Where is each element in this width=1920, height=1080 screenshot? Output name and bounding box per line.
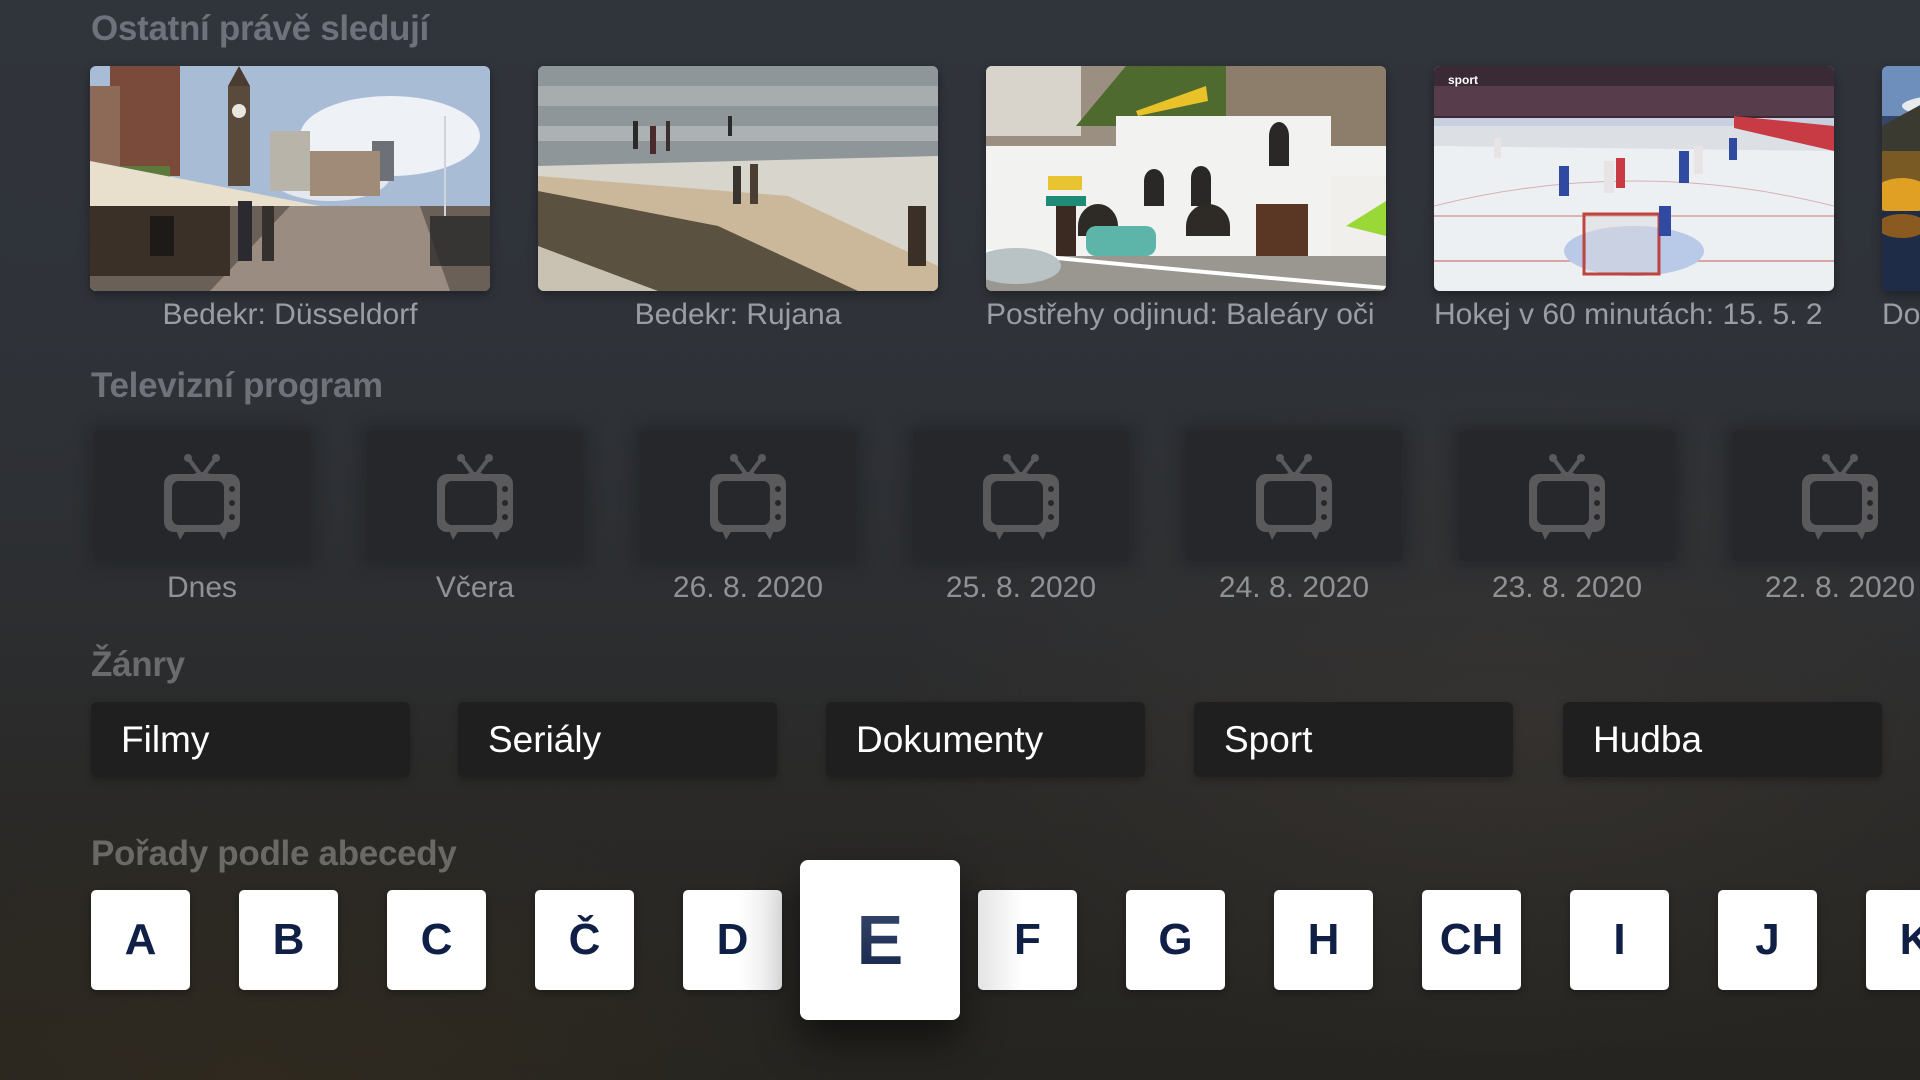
- alphabet-letter-b[interactable]: B: [239, 890, 338, 990]
- alphabet-letter-g[interactable]: G: [1126, 890, 1225, 990]
- card-caption: Do: [1882, 298, 1920, 331]
- alphabet-letter-label: E: [856, 901, 904, 979]
- tv-program-day-label: 23. 8. 2020: [1491, 571, 1643, 604]
- alphabet-letter-d[interactable]: D: [683, 890, 782, 990]
- tv-tile-box: [367, 431, 583, 561]
- tv-tile-box: [640, 431, 856, 561]
- watching-card[interactable]: Bedekr: Düsseldorf: [90, 66, 490, 332]
- alphabet-letter-label: C: [420, 915, 453, 964]
- alphabet-letter-label: J: [1755, 915, 1780, 964]
- tv-program-day[interactable]: 24. 8. 2020: [1186, 431, 1402, 605]
- genre-button-hudba[interactable]: Hudba: [1563, 702, 1882, 777]
- alphabet-letter-label: CH: [1439, 915, 1504, 964]
- alphabet-letter-label: G: [1158, 915, 1193, 964]
- genre-button-dokumenty[interactable]: Dokumenty: [826, 702, 1145, 777]
- thumbnail-landscape: [1882, 66, 1920, 291]
- tv-program-day[interactable]: 25. 8. 2020: [913, 431, 1129, 605]
- tv-icon: [164, 454, 240, 540]
- alphabet-letter-label: H: [1307, 915, 1340, 964]
- tv-program-day-label: 26. 8. 2020: [672, 571, 824, 604]
- tv-program-day-label: Dnes: [166, 571, 238, 604]
- thumbnail-rujana: [538, 66, 938, 291]
- section-title-tv-program: Televizní program: [91, 366, 383, 405]
- card-caption: Postřehy odjinud: Baleáry oči: [986, 298, 1375, 331]
- alphabet-letter-label: Č: [568, 915, 601, 964]
- alphabet-letter-label: A: [124, 915, 157, 964]
- tv-tile-box: [94, 431, 310, 561]
- alphabet-letter-label: B: [272, 915, 305, 964]
- watching-card[interactable]: Postřehy odjinud: Baleáry oči: [986, 66, 1386, 332]
- tv-tile-box: [1459, 431, 1675, 561]
- card-caption: Bedekr: Düsseldorf: [162, 298, 418, 331]
- alphabet-letter-k[interactable]: K: [1866, 890, 1920, 990]
- alphabet-letter-label: K: [1899, 915, 1920, 964]
- channel-logo: sport: [1448, 73, 1478, 87]
- alphabet-letter-label: F: [1014, 915, 1041, 964]
- tv-tile-box: [1186, 431, 1402, 561]
- genre-button-filmy[interactable]: Filmy: [91, 702, 410, 777]
- alphabet-letter-č[interactable]: Č: [535, 890, 634, 990]
- watching-card[interactable]: Bedekr: Rujana: [538, 66, 938, 332]
- alphabet-letter-c[interactable]: C: [387, 890, 486, 990]
- alphabet-letter-e[interactable]: E: [800, 860, 960, 1020]
- thumbnail-hokej: sport: [1434, 66, 1834, 291]
- tv-icon: [983, 454, 1059, 540]
- tv-icon: [1529, 454, 1605, 540]
- thumbnail-baleary: [986, 66, 1386, 291]
- tv-tile-box: [913, 431, 1129, 561]
- tv-program-day[interactable]: 26. 8. 2020: [640, 431, 856, 605]
- alphabet-letter-j[interactable]: J: [1718, 890, 1817, 990]
- tv-program-day[interactable]: 22. 8. 2020: [1732, 431, 1920, 605]
- tv-program-day-label: 22. 8. 2020: [1764, 571, 1916, 604]
- tv-tile-box: [1732, 431, 1920, 561]
- section-title-alphabet: Pořady podle abecedy: [91, 834, 457, 873]
- section-title-watching: Ostatní právě sledují: [91, 9, 429, 48]
- tv-program-day[interactable]: 23. 8. 2020: [1459, 431, 1675, 605]
- alphabet-letter-i[interactable]: I: [1570, 890, 1669, 990]
- tv-icon: [437, 454, 513, 540]
- alphabet-letter-label: I: [1613, 915, 1626, 964]
- genre-button-sport[interactable]: Sport: [1194, 702, 1513, 777]
- tv-program-day-label: Včera: [435, 571, 515, 604]
- tv-program-day-label: 24. 8. 2020: [1218, 571, 1370, 604]
- thumbnail-dusseldorf: [90, 66, 490, 291]
- alphabet-letter-a[interactable]: A: [91, 890, 190, 990]
- card-caption: Hokej v 60 minutách: 15. 5. 2: [1434, 298, 1823, 331]
- tv-program-day-label: 25. 8. 2020: [945, 571, 1097, 604]
- alphabet-letter-h[interactable]: H: [1274, 890, 1373, 990]
- card-caption: Bedekr: Rujana: [634, 298, 842, 331]
- watching-card[interactable]: sport Hokej v 60 minutách: 15. 5. 2: [1434, 66, 1834, 332]
- tv-icon: [1256, 454, 1332, 540]
- section-title-genres: Žánry: [91, 645, 185, 684]
- tv-icon: [710, 454, 786, 540]
- alphabet-letter-f[interactable]: F: [978, 890, 1077, 990]
- watching-card[interactable]: Do: [1882, 66, 1920, 332]
- tv-program-day[interactable]: Dnes: [94, 431, 310, 605]
- alphabet-letter-ch[interactable]: CH: [1422, 890, 1521, 990]
- tv-program-day[interactable]: Včera: [367, 431, 583, 605]
- tv-icon: [1802, 454, 1878, 540]
- genre-button-serialy[interactable]: Seriály: [458, 702, 777, 777]
- alphabet-letter-label: D: [716, 915, 749, 964]
